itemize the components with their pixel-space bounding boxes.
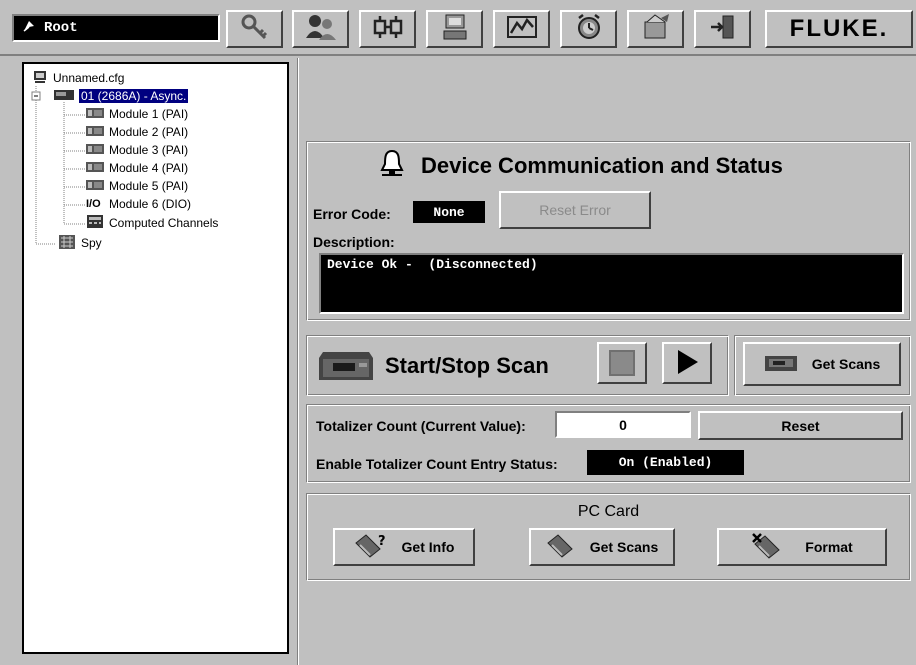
device-icon [54,89,74,104]
reset-error-button[interactable]: Reset Error [499,191,651,229]
key-button[interactable] [226,10,283,48]
tree-item-module-1[interactable]: Module 1 (PAI) [86,106,188,122]
root-icon [22,19,36,38]
io-icon: I/O [86,198,101,210]
tree-item-spy[interactable]: Spy [58,234,102,253]
users-icon [304,12,338,47]
pc-card-info-icon: ? [354,533,388,562]
pccard-format-button[interactable]: Format [717,528,887,566]
tree-item-module-4[interactable]: Module 4 (PAI) [86,160,188,176]
pc-card-format-icon [751,532,785,563]
users-button[interactable] [292,10,349,48]
fluke-logo: FLUKE. [765,10,913,48]
export-button[interactable] [627,10,684,48]
module-icon [86,179,104,194]
device-unit-icon [317,348,375,389]
get-scans-button[interactable]: Get Scans [743,342,901,386]
toolbar: Root FLUKE. [0,0,916,56]
pc-card-icon [546,533,576,562]
network-button[interactable] [359,10,416,48]
totalizer-reset-button[interactable]: Reset [698,411,903,440]
module-icon [86,125,104,140]
play-icon [674,348,700,379]
computer-icon [440,12,470,47]
exit-button[interactable] [694,10,751,48]
start-scan-button[interactable] [662,342,712,384]
totalizer-group: Totalizer Count (Current Value): 0 Reset… [306,404,911,483]
tree-item-module-5[interactable]: Module 5 (PAI) [86,178,188,194]
alarm-button[interactable] [560,10,617,48]
pccard-group: PC Card ? Get Info Get Scans Format [306,493,911,581]
device-tree[interactable]: Unnamed.cfg 01 (2686A) - Async. Module 1… [22,62,289,654]
bell-icon [379,148,405,183]
tree-item-module-3[interactable]: Module 3 (PAI) [86,142,188,158]
alarm-icon [574,12,604,47]
computer-icon [32,70,48,87]
totalizer-entry-label: Enable Totalizer Count Entry Status: [316,456,558,472]
status-header: Device Communication and Status [379,148,783,183]
panel-divider[interactable] [297,58,299,665]
spy-icon [58,234,76,253]
status-title: Device Communication and Status [421,152,783,178]
status-group: Device Communication and Status Error Co… [306,141,911,321]
module-icon [86,143,104,158]
export-icon [639,12,673,47]
tree-item-device[interactable]: 01 (2686A) - Async. [54,88,189,104]
tree-item-config[interactable]: Unnamed.cfg [32,70,124,86]
scan-title: Start/Stop Scan [385,353,549,378]
chart-icon [505,13,539,46]
scan-group: Start/Stop Scan [306,335,729,396]
pccard-title: PC Card [577,503,640,520]
error-code-label: Error Code: [313,206,391,222]
svg-text:?: ? [378,534,386,549]
calculator-icon [86,215,104,231]
key-icon [240,13,270,46]
tree-item-computed-channels[interactable]: Computed Channels [86,215,218,231]
tree-item-module-2[interactable]: Module 2 (PAI) [86,124,188,140]
description-label: Description: [313,234,395,250]
computer-button[interactable] [426,10,483,48]
pccard-get-scans-button[interactable]: Get Scans [529,528,675,566]
totalizer-count-label: Totalizer Count (Current Value): [316,418,526,434]
root-label: Root [44,20,78,36]
totalizer-entry-status: On (Enabled) [587,450,744,475]
stop-scan-button[interactable] [597,342,647,384]
totalizer-count-field[interactable]: 0 [555,411,691,438]
description-field: Device Ok - (Disconnected) [319,253,904,314]
module-icon [86,161,104,176]
stop-icon [609,350,635,376]
chart-button[interactable] [493,10,550,48]
network-icon [371,13,405,46]
error-code-value: None [413,201,485,223]
module-icon [86,107,104,122]
get-scans-group: Get Scans [734,335,911,396]
tree-item-module-6[interactable]: I/O Module 6 (DIO) [86,196,191,212]
pccard-get-info-button[interactable]: ? Get Info [333,528,475,566]
device-unit-icon [764,354,798,375]
exit-icon [708,13,738,46]
root-path-display: Root [12,14,220,42]
